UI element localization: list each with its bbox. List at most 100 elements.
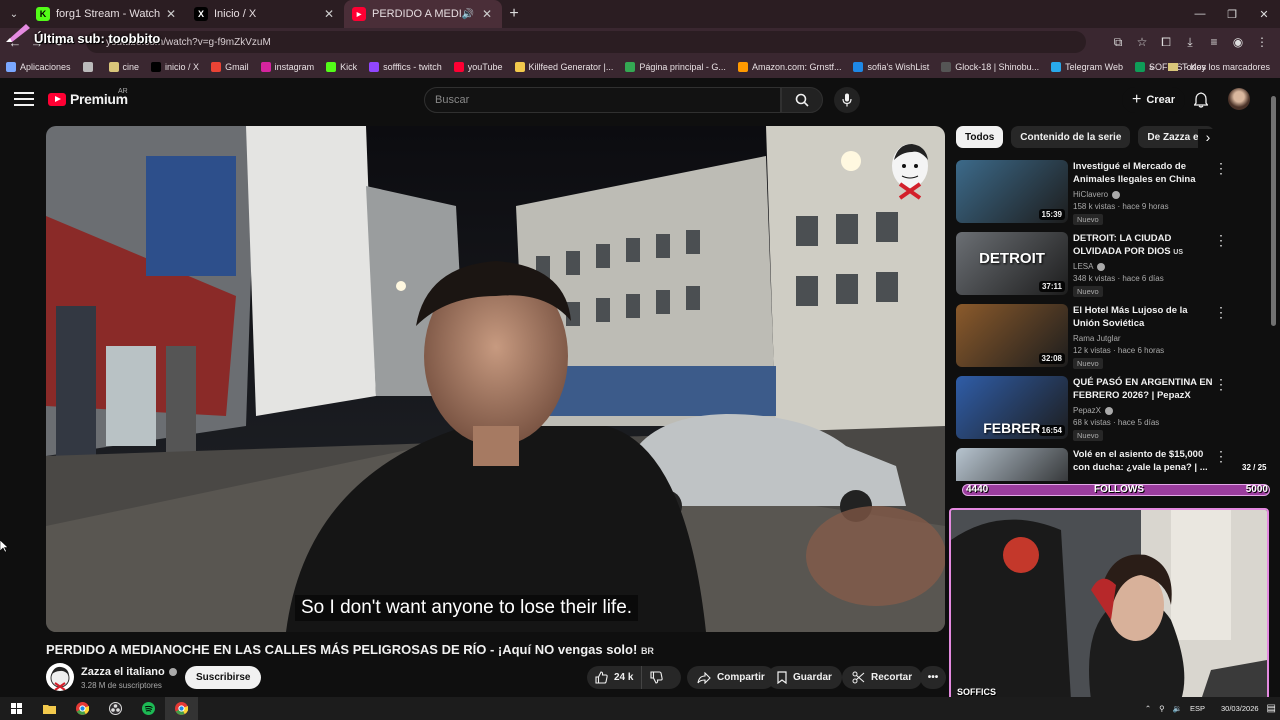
tray-chevron-icon[interactable]: ⌃ [1145, 704, 1151, 713]
restore-icon[interactable]: ❐ [1216, 0, 1248, 28]
bookmark-item[interactable]: Kick [326, 62, 357, 72]
video-thumbnail[interactable]: 28:23 [956, 448, 1068, 481]
recommendation-meta: 348 k vistas · hace 6 días [1073, 274, 1164, 283]
browser-tab-youtube[interactable]: ▶ PERDIDO A MEDIANOCHE 🔊 ✕ [344, 0, 502, 28]
chrome-button[interactable] [66, 697, 99, 720]
minimize-icon[interactable]: — [1184, 0, 1216, 28]
video-thumbnail[interactable]: DETROIT 37:11 [956, 232, 1068, 295]
volume-icon[interactable]: 🔉 [1173, 704, 1182, 713]
notifications-button[interactable] [1190, 89, 1212, 111]
close-icon[interactable]: ✕ [480, 7, 494, 21]
recommendation-channel-name: Rama Jutglar [1073, 334, 1121, 343]
menu-icon[interactable] [14, 92, 34, 108]
chrome-active-button[interactable] [165, 697, 198, 720]
speaker-icon[interactable]: 🔊 [462, 9, 474, 20]
recommendation-channel[interactable]: Rama Jutglar [1073, 334, 1121, 343]
notification-icon[interactable]: ▤ [1267, 703, 1276, 714]
media-icon[interactable]: ≡ [1202, 35, 1226, 49]
recommendation-item[interactable]: 32:08 El Hotel Más Lujoso de la Unión Sov… [956, 304, 1256, 369]
language-indicator[interactable]: ESP [1190, 704, 1205, 713]
download-icon[interactable]: ⤓ [1178, 35, 1202, 50]
recommendation-channel[interactable]: LESA [1073, 262, 1106, 271]
bookmark-item[interactable]: sofffics - twitch [369, 62, 442, 72]
bookmark-label: instagram [274, 62, 315, 72]
recommendation-item[interactable]: 15:39 Investigué el Mercado de Animales I… [956, 160, 1256, 225]
chip-todos[interactable]: Todos [956, 126, 1004, 148]
all-bookmarks-button[interactable]: » Todos los marcadores [1149, 56, 1270, 78]
recommendation-item[interactable]: DETROIT 37:11 DETROIT: LA CIUDAD OLVIDADA … [956, 232, 1256, 297]
recommendation-item[interactable]: 28:23Volé en el asiento de $15,000 con d… [956, 448, 1256, 481]
bookmark-item[interactable]: Gmail [211, 62, 249, 72]
recommendation-title[interactable]: QUÉ PASÓ EN ARGENTINA EN FEBRERO 2026? |… [1073, 376, 1213, 402]
more-menu-icon[interactable]: ⋮ [1250, 35, 1274, 49]
close-icon[interactable]: ✕ [164, 7, 178, 21]
chevron-right-icon[interactable]: › [1198, 129, 1218, 149]
recommendation-title[interactable]: DETROIT: LA CIUDAD OLVIDADA POR DIOS US [1073, 232, 1213, 259]
network-icon[interactable]: ⚲ [1159, 704, 1165, 713]
dislike-button[interactable] [642, 671, 671, 684]
bookmarks-bar: Aplicaciones cine inicio / X Gmail instagram… [0, 56, 1280, 78]
profile-icon[interactable]: ◉ [1226, 35, 1250, 49]
user-avatar[interactable] [1228, 88, 1250, 110]
browser-tab-x[interactable]: X Inicio / X ✕ [186, 0, 344, 28]
more-vertical-icon[interactable]: ⋮ [1214, 448, 1228, 465]
spotify-button[interactable] [132, 697, 165, 720]
start-button[interactable] [0, 697, 33, 720]
bookmark-item[interactable]: Glock-18 | Shinobu... [941, 62, 1039, 72]
close-icon[interactable]: ✕ [322, 7, 336, 21]
bookmark-item[interactable]: inicio / X [151, 62, 199, 72]
more-actions-button[interactable]: ••• [920, 666, 946, 689]
video-thumbnail[interactable]: 32:08 [956, 304, 1068, 367]
recommendation-title-text: El Hotel Más Lujoso de la Unión Soviétic… [1073, 305, 1188, 329]
bookmark-item[interactable]: cine [108, 62, 139, 72]
clock-date[interactable]: 30/03/2026 [1221, 704, 1259, 713]
subscribe-button[interactable]: Suscribirse [185, 666, 262, 689]
bookmark-item[interactable]: youTube [453, 62, 503, 72]
channel-avatar[interactable] [46, 663, 74, 691]
chip-series[interactable]: Contenido de la serie [1011, 126, 1131, 148]
bookmark-item[interactable] [82, 62, 97, 72]
recommendation-item[interactable]: FEBRER 16:54 QUÉ PASÓ EN ARGENTINA EN FEBR… [956, 376, 1256, 441]
bookmark-item[interactable]: Amazon.com: Grnstf... [737, 62, 841, 72]
video-thumbnail[interactable]: FEBRER 16:54 [956, 376, 1068, 439]
wishlist-icon [853, 62, 864, 72]
folder-icon [1167, 63, 1178, 71]
search-button[interactable] [781, 87, 823, 113]
recommendation-channel[interactable]: HiClavero [1073, 190, 1121, 199]
recommendation-channel[interactable]: PepazX [1073, 406, 1114, 415]
channel-name[interactable]: Zazza el italiano [81, 666, 177, 678]
like-button[interactable]: 24 k [587, 666, 643, 689]
share-button[interactable]: Compartir [687, 666, 775, 689]
bookmark-item[interactable]: sofia's WishList [853, 62, 929, 72]
create-button[interactable]: + Crear [1122, 87, 1186, 113]
clip-button[interactable]: Recortar [842, 666, 923, 689]
video-thumbnail[interactable]: 15:39 [956, 160, 1068, 223]
youtube-logo[interactable]: Premium AR [48, 88, 128, 107]
file-explorer-button[interactable] [33, 697, 66, 720]
video-player[interactable] [46, 126, 945, 632]
more-vertical-icon[interactable]: ⋮ [1214, 160, 1228, 177]
bookmark-item[interactable]: Aplicaciones [6, 62, 71, 72]
bookmark-item[interactable]: Killfeed Generator |... [514, 62, 613, 72]
obs-button[interactable] [99, 697, 132, 720]
star-icon[interactable]: ☆ [1130, 35, 1154, 49]
more-vertical-icon[interactable]: ⋮ [1214, 376, 1228, 393]
save-button[interactable]: Guardar [767, 666, 842, 689]
browser-tab-kick[interactable]: K forg1 Stream - Watch Live on Ki ✕ [28, 0, 186, 28]
recommendation-title[interactable]: El Hotel Más Lujoso de la Unión Soviétic… [1073, 304, 1213, 330]
close-window-icon[interactable]: ✕ [1248, 0, 1280, 28]
voice-search-button[interactable] [834, 87, 860, 113]
recommendation-title[interactable]: Volé en el asiento de $15,000 con ducha:… [1073, 448, 1213, 474]
more-vertical-icon[interactable]: ⋮ [1214, 304, 1228, 321]
new-tab-button[interactable]: + [502, 5, 526, 23]
bookmark-item[interactable]: Página principal - G... [625, 62, 726, 72]
more-vertical-icon[interactable]: ⋮ [1214, 232, 1228, 249]
extensions-icon[interactable]: ⧠ [1154, 35, 1178, 50]
search-input[interactable]: Buscar [424, 87, 781, 113]
bookmark-item[interactable]: Telegram Web [1051, 62, 1123, 72]
page-scrollbar[interactable] [1271, 96, 1276, 326]
url-field[interactable]: youtube.com/watch?v=g-f9mZkVzuM [86, 31, 1086, 53]
recommendation-title[interactable]: Investigué el Mercado de Animales Ilegal… [1073, 160, 1213, 186]
bookmark-item[interactable]: instagram [260, 62, 315, 72]
install-icon[interactable]: ⧉ [1106, 35, 1130, 50]
